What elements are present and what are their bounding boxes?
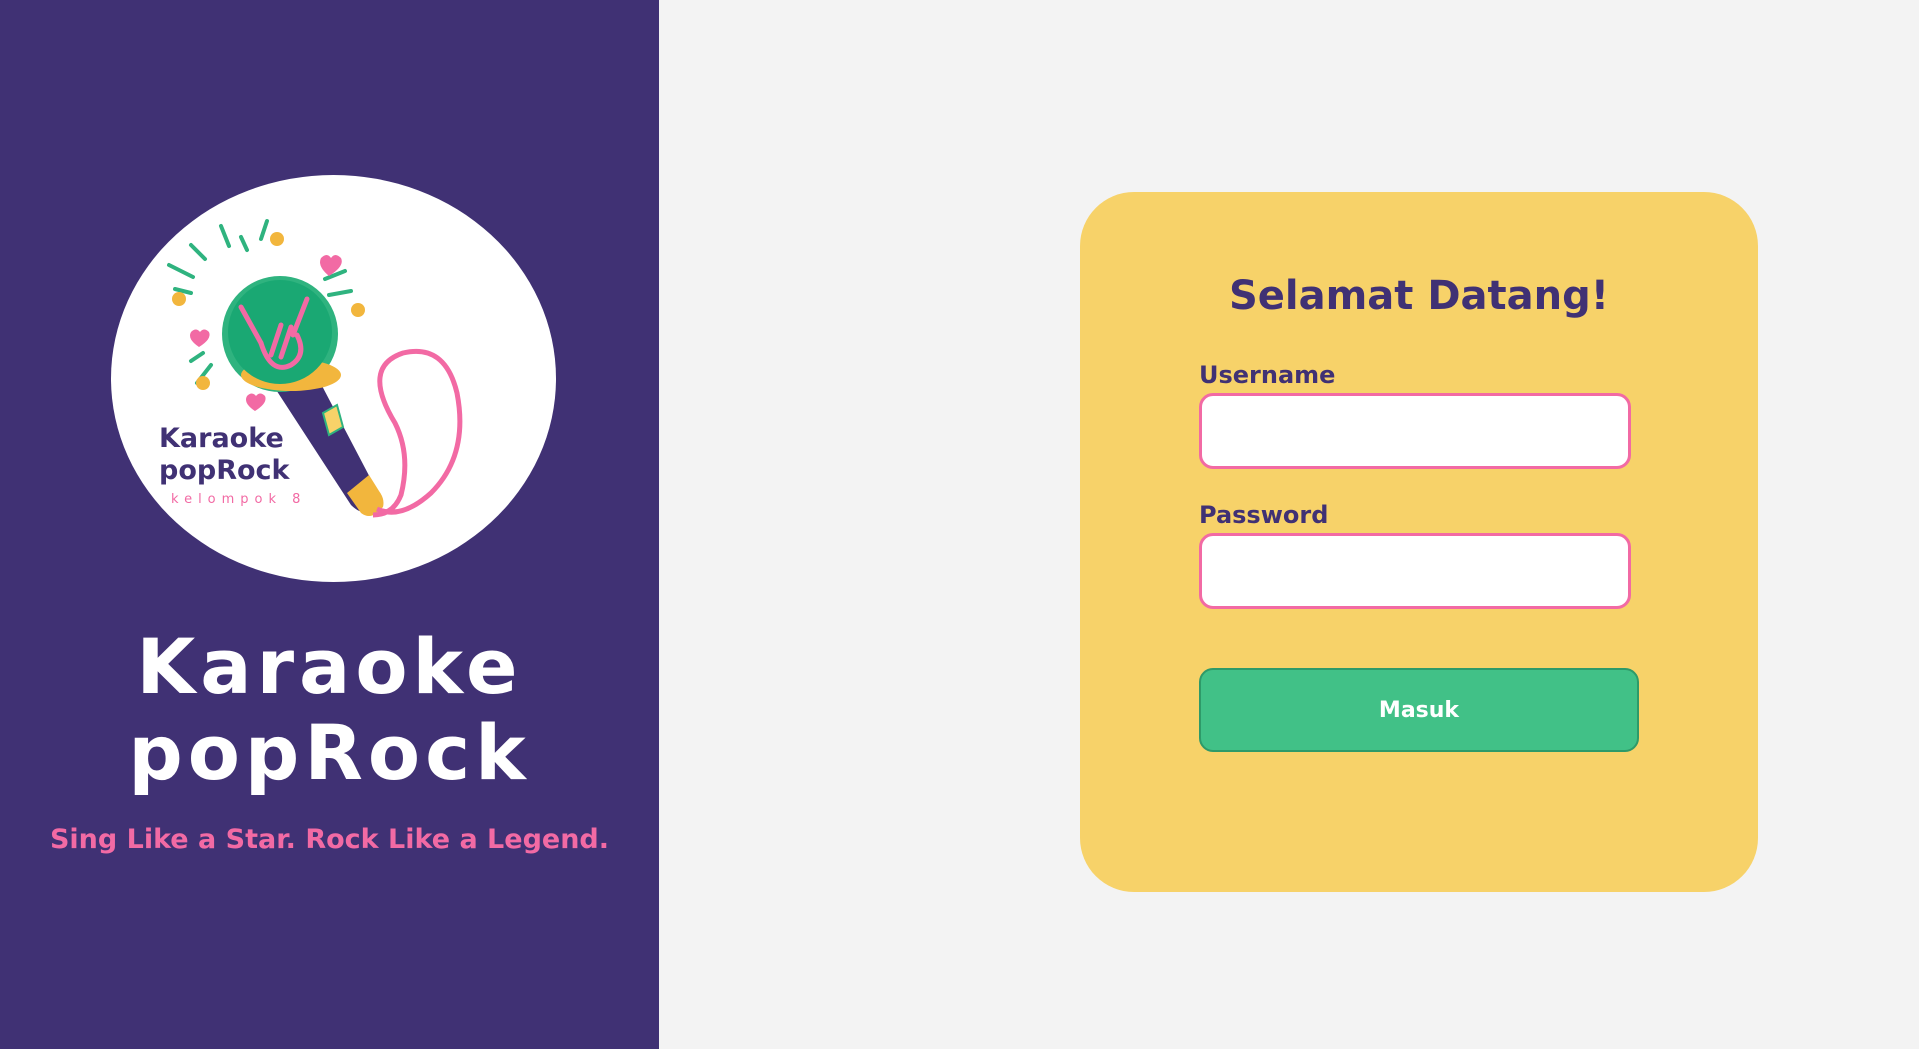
brand-title: Karaoke popRock [0,624,659,796]
brand-panel: Karaoke popRock kelompok 8 Karaoke popRo… [0,0,659,1049]
username-input[interactable] [1199,393,1631,469]
logo-text-sub: kelompok 8 [171,492,306,507]
brand-logo: Karaoke popRock kelompok 8 [111,175,556,582]
password-label: Password [1199,501,1329,529]
microphone-rock-hand-icon: Karaoke popRock kelompok 8 [159,219,463,518]
login-button[interactable]: Masuk [1199,668,1639,752]
brand-title-line2: popRock [128,708,531,797]
welcome-heading: Selamat Datang! [1228,273,1610,319]
logo-text-line2: popRock [159,455,291,486]
login-page: Karaoke popRock kelompok 8 Karaoke popRo… [0,0,1919,1049]
brand-tagline: Sing Like a Star. Rock Like a Legend. [49,824,610,855]
username-label: Username [1199,361,1336,389]
logo-text-line1: Karaoke [159,423,284,454]
login-card: Selamat Datang! Username Password Masuk [1080,192,1758,892]
brand-title-line1: Karaoke [136,622,523,711]
password-input[interactable] [1199,533,1631,609]
